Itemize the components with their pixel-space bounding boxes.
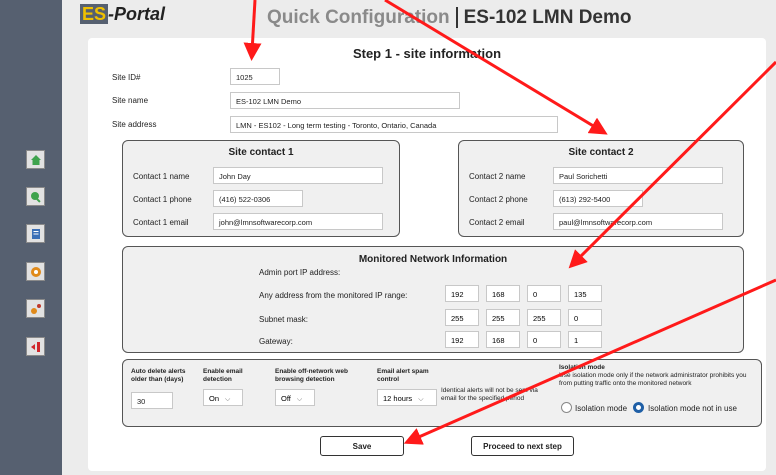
contact-1-name-label: Contact 1 name — [133, 172, 190, 181]
contact-2-name-label: Contact 2 name — [469, 172, 526, 181]
email-detection-label: Enable email detection — [203, 368, 243, 383]
isolation-mode-not-in-use-label: Isolation mode not in use — [648, 404, 737, 413]
contact-2-title: Site contact 2 — [568, 147, 634, 158]
contact-1-email-label: Contact 1 email — [133, 218, 189, 227]
contact-2-phone-label: Contact 2 phone — [469, 195, 528, 204]
sidebar-network-button[interactable] — [26, 299, 45, 318]
site-id-input[interactable]: 1025 — [230, 68, 280, 85]
sidebar-settings-button[interactable] — [26, 262, 45, 281]
gateway-octet-4[interactable]: 1 — [568, 331, 602, 348]
sidebar — [0, 0, 62, 475]
auto-delete-label: Auto delete alerts older than (days) — [131, 368, 186, 383]
home-icon — [30, 154, 41, 165]
chevron-down-icon: ⌵ — [296, 396, 303, 403]
subnet-octet-4[interactable]: 0 — [568, 309, 602, 326]
site-name-input[interactable]: ES-102 LMN Demo — [230, 92, 460, 109]
sidebar-search-button[interactable] — [26, 187, 45, 206]
subnet-mask-label: Subnet mask: — [259, 315, 308, 324]
gateway-octet-2[interactable]: 168 — [486, 331, 520, 348]
site-id-label: Site ID# — [112, 73, 141, 82]
page-title: Quick Configuration ES-102 LMN Demo — [267, 7, 632, 28]
main-panel: Step 1 - site information Site ID# 1025 … — [88, 38, 766, 471]
subnet-octet-1[interactable]: 255 — [445, 309, 479, 326]
network-info-title: Monitored Network Information — [358, 254, 508, 265]
offnet-detection-label: Enable off-network web browsing detectio… — [275, 368, 348, 383]
site-contact-2-box: Site contact 2 Contact 2 name Paul Soric… — [458, 140, 744, 237]
sidebar-logout-button[interactable] — [26, 337, 45, 356]
contact-1-title: Site contact 1 — [228, 147, 294, 158]
chevron-down-icon: ⌵ — [225, 396, 231, 403]
subnet-octet-3[interactable]: 255 — [527, 309, 561, 326]
contact-1-name-input[interactable]: John Day — [213, 167, 383, 184]
sidebar-home-button[interactable] — [26, 150, 45, 169]
site-contact-1-box: Site contact 1 Contact 1 name John Day C… — [122, 140, 400, 237]
settings-box: Auto delete alerts older than (days) 30 … — [122, 359, 762, 427]
logout-icon — [30, 341, 40, 352]
app-logo: ES -Portal — [80, 4, 166, 24]
admin-port-label: Admin port IP address: — [259, 268, 341, 277]
gear-icon — [30, 266, 41, 277]
isolation-mode-not-in-use-radio[interactable] — [633, 402, 644, 413]
contact-1-email-input[interactable]: john@lmnsoftwarecorp.com — [213, 213, 383, 230]
gateway-octet-3[interactable]: 0 — [527, 331, 561, 348]
ip-range-octet-2[interactable]: 168 — [486, 285, 520, 302]
step-title: Step 1 - site information — [352, 46, 502, 61]
spam-control-select[interactable]: 12 hours ⌵ — [377, 389, 437, 406]
search-icon — [30, 191, 41, 203]
ip-range-octet-4[interactable]: 135 — [568, 285, 602, 302]
spam-control-note: Identical alerts will not be sent via em… — [441, 387, 538, 402]
ip-range-label: Any address from the monitored IP range: — [259, 291, 408, 300]
isolation-mode-radio[interactable] — [561, 402, 572, 413]
isolation-mode-title: Isolation mode — [559, 364, 605, 371]
contact-1-phone-label: Contact 1 phone — [133, 195, 192, 204]
email-detection-select[interactable]: On ⌵ — [203, 389, 243, 406]
contact-2-email-input[interactable]: paul@lmnsoftwarecorp.com — [553, 213, 723, 230]
ip-range-octet-3[interactable]: 0 — [527, 285, 561, 302]
contact-2-phone-input[interactable]: (613) 292-5400 — [553, 190, 643, 207]
contact-2-email-label: Contact 2 email — [469, 218, 525, 227]
network-icon — [30, 303, 41, 314]
gateway-octet-1[interactable]: 192 — [445, 331, 479, 348]
sidebar-document-button[interactable] — [26, 224, 45, 243]
site-name-label: Site name — [112, 96, 149, 105]
isolation-mode-note: Use isolation mode only if the network a… — [559, 372, 747, 387]
spam-control-label: Email alert spam control — [377, 368, 429, 383]
offnet-detection-select[interactable]: Off ⌵ — [275, 389, 315, 406]
subnet-octet-2[interactable]: 255 — [486, 309, 520, 326]
gateway-label: Gateway: — [259, 337, 293, 346]
header: ES -Portal Quick Configuration ES-102 LMN … — [62, 0, 776, 38]
auto-delete-input[interactable]: 30 — [131, 392, 173, 409]
save-button[interactable]: Save — [320, 436, 404, 456]
ip-range-octet-1[interactable]: 192 — [445, 285, 479, 302]
site-title: ES-102 LMN Demo — [455, 7, 632, 28]
network-info-box: Monitored Network Information Admin port… — [122, 246, 744, 353]
contact-1-phone-input[interactable]: (416) 522-0306 — [213, 190, 303, 207]
contact-2-name-input[interactable]: Paul Sorichetti — [553, 167, 723, 184]
isolation-mode-label: Isolation mode — [575, 404, 628, 413]
site-address-label: Site address — [112, 120, 157, 129]
site-address-input[interactable]: LMN - ES102 - Long term testing - Toront… — [230, 116, 558, 133]
proceed-next-step-button[interactable]: Proceed to next step — [471, 436, 574, 456]
document-icon — [31, 228, 40, 239]
chevron-down-icon: ⌵ — [418, 396, 424, 403]
